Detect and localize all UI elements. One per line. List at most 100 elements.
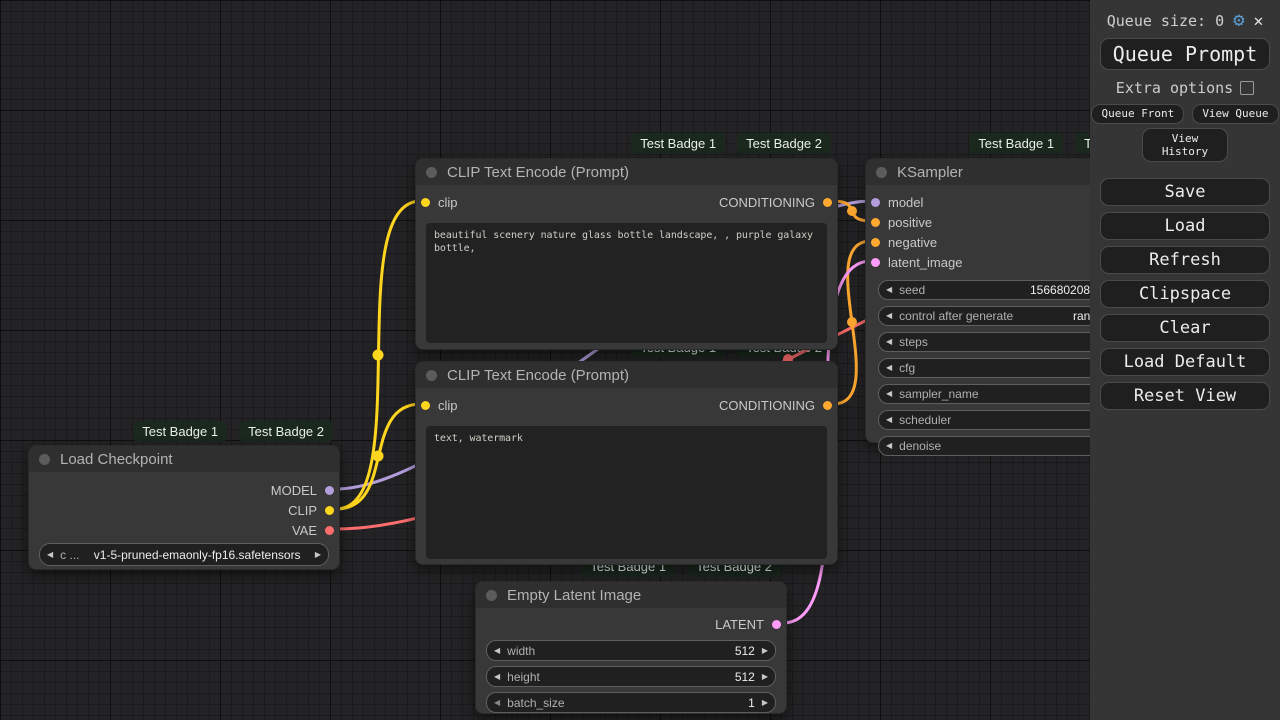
prompt-textarea[interactable]: beautiful scenery nature glass bottle la… <box>426 223 827 343</box>
clip-output-dot[interactable] <box>325 505 334 515</box>
settings-gear-icon[interactable]: ⚙ <box>1233 11 1244 30</box>
slot-label: LATENT <box>715 616 764 632</box>
clip-input-slot: clip CONDITIONING <box>416 192 837 212</box>
reset-view-button[interactable]: Reset View <box>1100 382 1270 410</box>
collapse-dot-icon[interactable] <box>426 166 437 178</box>
conditioning-output-dot[interactable] <box>823 400 832 410</box>
extra-options-checkbox[interactable] <box>1240 81 1255 95</box>
queue-size-label: Queue size: 0 <box>1106 11 1225 30</box>
widget-value: v1-5-pruned-emaonly-fp16.safetensors <box>93 547 301 562</box>
latent-input-dot[interactable] <box>871 257 880 267</box>
widget-label: cfg <box>899 361 916 375</box>
widget-value: 1 <box>748 695 755 710</box>
conditioning-input-dot[interactable] <box>871 217 880 227</box>
clipspace-button[interactable]: Clipspace <box>1100 280 1270 308</box>
clear-button[interactable]: Clear <box>1100 314 1270 342</box>
load-button[interactable]: Load <box>1100 212 1270 240</box>
refresh-button[interactable]: Refresh <box>1100 246 1270 274</box>
decrement-arrow-icon[interactable]: ◀ <box>886 364 892 372</box>
slot-label: latent_image <box>888 254 963 270</box>
vae-output-dot[interactable] <box>325 525 334 535</box>
widget-value: ran <box>1073 309 1091 323</box>
clip-input-dot[interactable] <box>421 197 430 207</box>
model-output-dot[interactable] <box>325 485 334 495</box>
node-title: CLIP Text Encode (Prompt) <box>447 366 630 384</box>
graph-canvas[interactable]: Test Badge 1 Test Badge 2 Test Badge 1 T… <box>0 0 1280 720</box>
conditioning-wire-dot <box>847 317 857 327</box>
widget-label: seed <box>899 283 926 297</box>
latent-output-dot[interactable] <box>772 619 781 629</box>
test-badge: Test Badge 1 <box>133 421 228 442</box>
clip-input-dot[interactable] <box>421 400 430 410</box>
vae-output-slot: VAE <box>29 520 339 540</box>
widget-label: height <box>507 669 540 684</box>
prompt-textarea[interactable]: text, watermark <box>426 426 827 559</box>
node-title-bar[interactable]: CLIP Text Encode (Prompt) <box>416 362 837 388</box>
node-empty-latent-image[interactable]: Empty Latent Image LATENT ◀ width 512 ▶ … <box>475 581 787 714</box>
decrement-arrow-icon[interactable]: ◀ <box>886 286 892 294</box>
widget-label: c ... <box>60 547 80 562</box>
slot-label: MODEL <box>270 482 317 498</box>
decrement-arrow-icon[interactable]: ◀ <box>886 312 892 320</box>
model-input-dot[interactable] <box>871 197 880 207</box>
conditioning-wire-dot <box>847 206 857 216</box>
view-history-button[interactable]: View History <box>1142 128 1228 162</box>
conditioning-output-dot[interactable] <box>823 197 832 207</box>
slot-label: CONDITIONING <box>718 194 815 210</box>
node-clip-text-encode-positive[interactable]: CLIP Text Encode (Prompt) clip CONDITION… <box>415 158 838 350</box>
load-default-button[interactable]: Load Default <box>1100 348 1270 376</box>
batch-size-widget[interactable]: ◀ batch_size 1 ▶ <box>486 692 776 713</box>
increment-arrow-icon[interactable]: ▶ <box>762 698 768 707</box>
widget-label: sampler_name <box>899 387 979 401</box>
test-badge: Test Badge 1 <box>631 133 726 154</box>
decrement-arrow-icon[interactable]: ◀ <box>494 698 500 707</box>
test-badge: Test Badge 1 <box>969 133 1064 154</box>
decrement-arrow-icon[interactable]: ◀ <box>47 550 53 559</box>
node-title-bar[interactable]: Load Checkpoint <box>29 446 339 472</box>
node-clip-text-encode-negative[interactable]: CLIP Text Encode (Prompt) clip CONDITION… <box>415 361 838 565</box>
view-queue-button[interactable]: View Queue <box>1192 104 1279 124</box>
node-title-bar[interactable]: Empty Latent Image <box>476 582 786 608</box>
clip-input-slot: clip CONDITIONING <box>416 395 837 415</box>
decrement-arrow-icon[interactable]: ◀ <box>886 442 892 450</box>
node-load-checkpoint[interactable]: Load Checkpoint MODEL CLIP VAE ◀ c ... v… <box>28 445 340 570</box>
collapse-dot-icon[interactable] <box>426 369 437 381</box>
conditioning-input-dot[interactable] <box>871 237 880 247</box>
width-widget[interactable]: ◀ width 512 ▶ <box>486 640 776 661</box>
node-title: CLIP Text Encode (Prompt) <box>447 163 630 181</box>
height-widget[interactable]: ◀ height 512 ▶ <box>486 666 776 687</box>
collapse-dot-icon[interactable] <box>39 453 50 465</box>
clip-output-slot: CLIP <box>29 500 339 520</box>
increment-arrow-icon[interactable]: ▶ <box>315 550 321 559</box>
widget-label: steps <box>899 335 928 349</box>
queue-front-button[interactable]: Queue Front <box>1091 104 1185 124</box>
increment-arrow-icon[interactable]: ▶ <box>762 672 768 681</box>
collapse-dot-icon[interactable] <box>486 589 497 601</box>
queue-prompt-button[interactable]: Queue Prompt <box>1100 38 1270 70</box>
node-title: KSampler <box>897 163 963 181</box>
save-button[interactable]: Save <box>1100 178 1270 206</box>
widget-label: scheduler <box>899 413 952 427</box>
node-title-bar[interactable]: CLIP Text Encode (Prompt) <box>416 159 837 185</box>
badge-row-checkpoint: Test Badge 1 Test Badge 2 <box>28 421 333 442</box>
comfy-menu-panel: Queue size: 0 ⚙ ✕ Queue Prompt Extra opt… <box>1090 0 1280 720</box>
increment-arrow-icon[interactable]: ▶ <box>762 646 768 655</box>
decrement-arrow-icon[interactable]: ◀ <box>886 390 892 398</box>
slot-label: clip <box>438 397 458 413</box>
node-title: Empty Latent Image <box>507 586 642 604</box>
widget-value: 512 <box>734 643 755 658</box>
slot-label: clip <box>438 194 458 210</box>
collapse-dot-icon[interactable] <box>876 166 887 178</box>
decrement-arrow-icon[interactable]: ◀ <box>494 672 500 681</box>
slot-label: VAE <box>291 522 317 538</box>
ckpt-name-combo[interactable]: ◀ c ... v1-5-pruned-emaonly-fp16.safeten… <box>39 543 329 566</box>
decrement-arrow-icon[interactable]: ◀ <box>886 416 892 424</box>
decrement-arrow-icon[interactable]: ◀ <box>494 646 500 655</box>
slot-label: CONDITIONING <box>718 397 815 413</box>
latent-output-slot: LATENT <box>476 614 786 634</box>
decrement-arrow-icon[interactable]: ◀ <box>886 338 892 346</box>
widget-label: control after generate <box>899 309 1014 323</box>
extra-options-label: Extra options <box>1115 79 1234 97</box>
close-icon[interactable]: ✕ <box>1254 12 1264 29</box>
test-badge: Test Badge 2 <box>737 133 831 154</box>
